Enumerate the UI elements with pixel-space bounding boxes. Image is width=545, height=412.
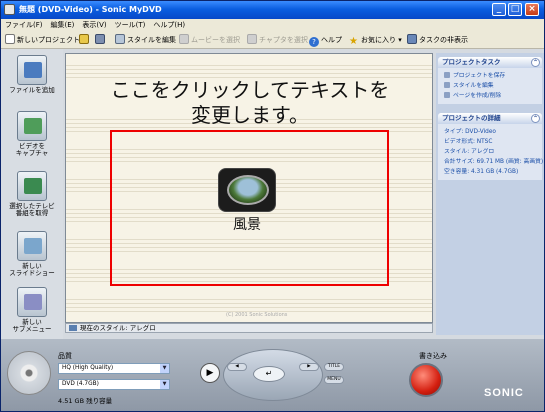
task-panel: プロジェクトタスク ⌃ プロジェクトを保存 スタイルを編集 ページを作成/削除 … (436, 53, 544, 335)
window-title: 無題 (DVD-Video) - Sonic MyDVD (19, 5, 162, 14)
media-select[interactable]: DVD (4.7GB) ▼ (58, 379, 170, 390)
favorites-button[interactable]: ★ お気に入り ▾ (349, 34, 402, 47)
control-panel: 品質 HQ (High Quality) ▼ DVD (4.7GB) ▼ 4.5… (1, 339, 544, 411)
enter-button[interactable]: ↵ (253, 366, 285, 382)
save-project-link[interactable]: プロジェクトを保存 (438, 71, 542, 81)
folder-icon (79, 34, 89, 44)
copyright-text: (C) 2001 Sonic Solutions (226, 312, 288, 318)
remaining-capacity: 4.51 GB 残り容量 (58, 397, 113, 405)
capture-video-icon (17, 111, 47, 141)
project-details-list: タイプ: DVD-Video ビデオ形式: NTSC スタイル: アレグロ 合計… (438, 124, 544, 180)
collapse-icon[interactable]: ⌃ (531, 58, 540, 67)
detail-item: ビデオ形式: NTSC (444, 139, 493, 145)
project-tasks-list: プロジェクトを保存 スタイルを編集 ページを作成/削除 (438, 68, 542, 104)
toolbar: 新しいプロジェクト ▾ スタイルを編集 ムービーを選択 チャプタを選択 ?ヘルプ… (1, 31, 544, 49)
project-tasks-header[interactable]: プロジェクトタスク ⌃ (438, 57, 542, 68)
save-icon (444, 72, 450, 78)
thumbnail-label[interactable]: 風景 (216, 214, 278, 234)
save-button[interactable] (95, 34, 107, 46)
title-bar[interactable]: 無題 (DVD-Video) - Sonic MyDVD _ □ × (1, 1, 544, 19)
video-thumbnail-button[interactable] (218, 168, 276, 212)
movie-icon (179, 34, 189, 44)
page-icon (444, 92, 450, 98)
menu-edit[interactable]: 編集(E) (47, 19, 79, 31)
style-icon (115, 34, 125, 44)
capture-video-button[interactable]: ビデオを キャプチャ (3, 111, 61, 157)
chapter-icon (247, 34, 257, 44)
close-button[interactable]: × (525, 3, 539, 16)
maximize-button[interactable]: □ (508, 3, 522, 16)
add-files-button[interactable]: ファイルを追加 (3, 55, 61, 94)
menu-file[interactable]: ファイル(F) (1, 19, 47, 31)
new-slideshow-button[interactable]: 新しい スライドショー (3, 231, 61, 277)
chevron-down-icon[interactable]: ▼ (160, 380, 169, 389)
current-style-bar: 現在のスタイル: アレグロ (65, 323, 433, 333)
menu-bar: ファイル(F) 編集(E) 表示(V) ツール(T) ヘルプ(H) (1, 19, 544, 31)
create-page-link[interactable]: ページを作成/削除 (438, 91, 542, 101)
burn-button[interactable] (409, 363, 443, 397)
style-icon (69, 325, 77, 331)
star-icon: ★ (349, 36, 358, 47)
menu-button[interactable]: MENU (324, 376, 344, 384)
tv-recording-icon (17, 171, 47, 201)
detail-item: 合計サイズ: 69.71 MB (画質: 高画質) (444, 159, 544, 165)
detail-item: 空き容量: 4.31 GB (4.7GB) (444, 169, 519, 175)
submenu-icon (17, 287, 47, 317)
detail-item: スタイル: アレグロ (444, 149, 495, 155)
title-button[interactable]: TITLE (324, 363, 344, 371)
task-view-button[interactable]: タスクの非表示 (407, 34, 468, 46)
menu-view[interactable]: 表示(V) (78, 19, 110, 31)
brand-logo: SONIC (484, 387, 524, 399)
play-button[interactable]: ▶ (200, 363, 220, 383)
disk-icon (95, 34, 105, 44)
quality-select[interactable]: HQ (High Quality) ▼ (58, 363, 170, 374)
new-submenu-button[interactable]: 新しい サブメニュー (3, 287, 61, 333)
select-chapter-button[interactable]: チャプタを選択 (247, 34, 308, 46)
nav-left-button[interactable]: ◀ (227, 363, 247, 371)
app-icon (4, 4, 15, 15)
help-button[interactable]: ? ヘルプ (309, 34, 342, 47)
quality-label: 品質 (58, 352, 72, 360)
app-window: 無題 (DVD-Video) - Sonic MyDVD _ □ × ファイル(… (0, 0, 545, 412)
new-project-button[interactable]: 新しいプロジェクト ▾ (5, 34, 86, 46)
collapse-icon[interactable]: ⌃ (531, 114, 540, 123)
help-icon: ? (309, 37, 319, 47)
chevron-down-icon[interactable]: ▼ (160, 364, 169, 373)
edit-style-button[interactable]: スタイルを編集 (115, 34, 176, 46)
burn-label: 書き込み (419, 352, 447, 360)
select-movie-button[interactable]: ムービーを選択 (179, 34, 240, 46)
nav-right-button[interactable]: ▶ (299, 363, 319, 371)
new-document-icon (5, 34, 15, 44)
detail-item: タイプ: DVD-Video (444, 129, 496, 135)
menu-tools[interactable]: ツール(T) (111, 19, 150, 31)
landscape-thumbnail-image (227, 175, 269, 205)
task-pane-icon (407, 34, 417, 44)
style-icon (444, 82, 450, 88)
get-tv-programs-button[interactable]: 選択したテレビ 番組を取得 (3, 171, 61, 217)
edit-style-link[interactable]: スタイルを編集 (438, 81, 542, 91)
menu-preview-canvas[interactable]: ここをクリックしてテキストを 変更します。 風景 (C) 2001 Sonic … (65, 53, 433, 323)
add-files-icon (17, 55, 47, 85)
open-button[interactable] (79, 34, 91, 46)
sidebar: ファイルを追加 ビデオを キャプチャ 選択したテレビ 番組を取得 新しい スライ… (1, 49, 63, 339)
menu-title-text[interactable]: ここをクリックしてテキストを 変更します。 (66, 78, 432, 128)
minimize-button[interactable]: _ (492, 3, 506, 16)
slideshow-icon (17, 231, 47, 261)
disc-icon (7, 351, 51, 395)
project-details-header[interactable]: プロジェクトの詳細 ⌃ (438, 113, 542, 124)
menu-help[interactable]: ヘルプ(H) (149, 19, 189, 31)
